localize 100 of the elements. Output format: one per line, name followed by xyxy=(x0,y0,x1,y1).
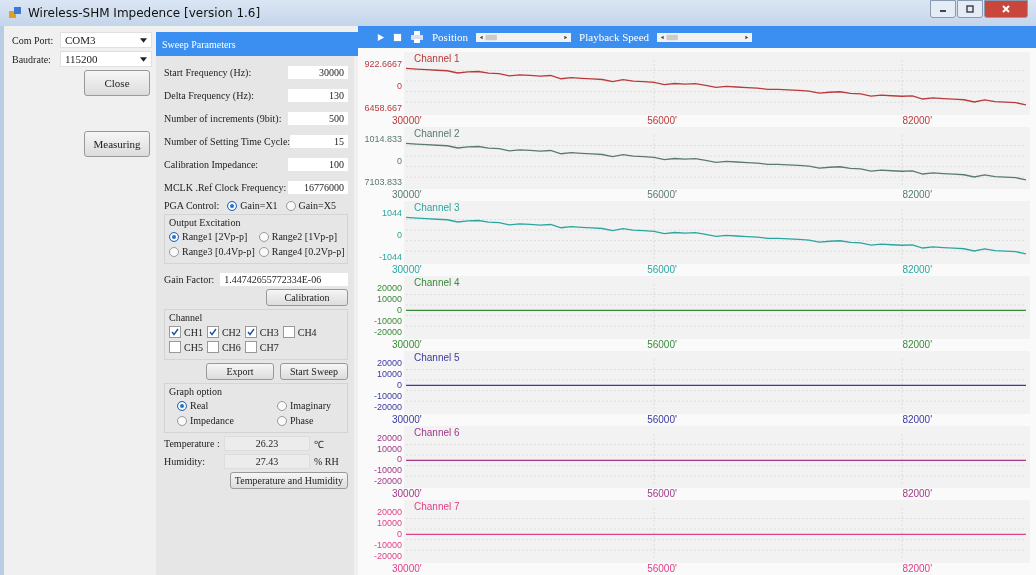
axis-label: 82000' xyxy=(902,488,934,501)
chart-title: Channel 7 xyxy=(414,501,460,513)
chart-title: Channel 2 xyxy=(414,127,460,139)
axis-label: 20000 xyxy=(376,358,402,368)
check-icon xyxy=(208,328,217,336)
maximize-icon xyxy=(965,4,975,14)
axis-label: 0 xyxy=(397,156,402,166)
minimize-button[interactable] xyxy=(930,0,956,18)
caret-icon xyxy=(140,56,147,62)
close-port-button[interactable]: Close xyxy=(84,70,150,96)
com-port-dropdown[interactable]: COM3 xyxy=(60,32,152,48)
checkbox[interactable]: CH6 xyxy=(206,341,241,353)
measuring-button[interactable]: Measuring xyxy=(84,131,150,157)
temperature-humidity-button[interactable]: Temperature and Humidity xyxy=(229,472,348,489)
chart-title: Channel 5 xyxy=(414,351,460,363)
group-title: Channel xyxy=(169,312,204,323)
input-field[interactable]: 100 xyxy=(288,157,348,171)
axis-label: 10000 xyxy=(376,369,402,379)
pga-control-label: PGA Control: xyxy=(164,200,220,211)
axis-label: -10000 xyxy=(373,466,402,476)
app-icon xyxy=(8,6,22,20)
radio-button[interactable]: Gain=X5 xyxy=(285,200,336,211)
radio-button[interactable]: Range2 [1Vp-p] xyxy=(258,231,345,242)
axis-label: 20000 xyxy=(376,284,402,294)
field-label: MCLK .Ref Clock Frequency: xyxy=(164,181,287,193)
axis-label: 82000' xyxy=(902,413,934,426)
play-icon[interactable] xyxy=(376,32,385,42)
temperature-label: Temperature : xyxy=(164,438,220,449)
axis-label: 922.6667 xyxy=(364,60,402,69)
radio-button[interactable]: Imaginary xyxy=(277,400,343,411)
axis-label: 30000' xyxy=(392,114,423,127)
gain-factor-label: Gain Factor: xyxy=(164,274,215,285)
checkbox[interactable]: CH1 xyxy=(169,326,203,338)
playback-speed-scrollbar[interactable] xyxy=(657,32,753,42)
humidity-field: 27.43 xyxy=(224,454,310,469)
axis-label: 56000' xyxy=(647,488,678,501)
radio-button[interactable]: Phase xyxy=(277,415,343,426)
printer-icon[interactable] xyxy=(410,30,424,44)
axis-label: 0 xyxy=(397,81,402,91)
axis-label: 0 xyxy=(397,231,402,241)
axis-label: 56000' xyxy=(647,563,678,575)
input-field[interactable]: 15 xyxy=(290,134,348,148)
group-title: Output Excitation xyxy=(169,217,242,228)
input-field[interactable]: 500 xyxy=(288,111,348,125)
checkbox[interactable]: CH4 xyxy=(282,326,317,338)
temperature-field: 26.23 xyxy=(224,436,310,451)
input-field[interactable]: 30000 xyxy=(288,65,348,79)
axis-label: 10000 xyxy=(376,519,402,529)
export-button[interactable]: Export xyxy=(206,363,274,380)
checkbox[interactable]: CH7 xyxy=(244,341,279,353)
window-title: Wireless-SHM Impedence [version 1.6] xyxy=(28,6,261,20)
axis-label: 1014.833 xyxy=(364,134,402,144)
radio-button[interactable]: Range1 [2Vp-p] xyxy=(169,231,255,242)
axis-label: 30000' xyxy=(392,413,423,426)
axis-label: -20000 xyxy=(373,327,402,337)
radio-button[interactable]: Range4 [0.2Vp-p] xyxy=(258,246,345,257)
checkbox[interactable]: CH5 xyxy=(169,341,203,353)
axis-label: -20000 xyxy=(373,477,402,487)
stop-icon[interactable] xyxy=(393,32,402,42)
baudrate-label: Baudrate: xyxy=(12,53,52,65)
axis-label: 20000 xyxy=(376,433,402,443)
baudrate-dropdown[interactable]: 115200 xyxy=(60,51,152,67)
close-icon xyxy=(1001,4,1011,14)
radio-button[interactable]: Real xyxy=(177,400,247,411)
gain-factor-field[interactable]: 1.44742655772334E-06 xyxy=(220,273,348,286)
axis-label: 30000' xyxy=(392,189,423,202)
axis-label: 0 xyxy=(397,530,402,540)
chart-title: Channel 1 xyxy=(414,53,460,64)
checkbox[interactable]: CH2 xyxy=(206,326,241,338)
radio-button[interactable]: Impedance xyxy=(177,415,247,426)
input-field[interactable]: 16776000 xyxy=(288,180,348,194)
axis-label: 30000' xyxy=(392,488,423,501)
field-label: Start Frequency (Hz): xyxy=(164,66,252,78)
checkbox[interactable]: CH3 xyxy=(244,326,279,338)
check-icon xyxy=(246,328,255,336)
axis-label: 56000' xyxy=(647,413,678,426)
axis-label: 56000' xyxy=(647,338,678,351)
group-title: Graph option xyxy=(169,386,224,397)
close-button[interactable] xyxy=(984,0,1028,18)
calibration-button[interactable]: Calibration xyxy=(266,289,348,306)
radio-button[interactable]: Range3 [0.4Vp-p] xyxy=(169,246,255,257)
axis-label: -10000 xyxy=(373,391,402,401)
position-label: Position xyxy=(432,31,469,43)
axis-label: 82000' xyxy=(902,338,934,351)
axis-label: 0 xyxy=(397,455,402,465)
axis-label: 10000 xyxy=(376,444,402,454)
axis-label: 20000 xyxy=(376,508,402,518)
start-sweep-button[interactable]: Start Sweep xyxy=(280,363,348,380)
field-label: Number of Setting Time Cycle: xyxy=(164,135,291,147)
axis-label: 30000' xyxy=(392,563,423,575)
unit-label: % RH xyxy=(314,456,339,467)
axis-label: 82000' xyxy=(902,114,934,127)
position-scrollbar[interactable] xyxy=(476,32,572,42)
axis-label: -10000 xyxy=(373,541,402,551)
axis-label: -1044 xyxy=(378,253,402,263)
axis-label: 0 xyxy=(397,306,402,315)
input-field[interactable]: 130 xyxy=(288,88,348,102)
caret-icon xyxy=(140,37,147,43)
maximize-button[interactable] xyxy=(957,0,983,18)
radio-button[interactable]: Gain=X1 xyxy=(227,200,278,211)
